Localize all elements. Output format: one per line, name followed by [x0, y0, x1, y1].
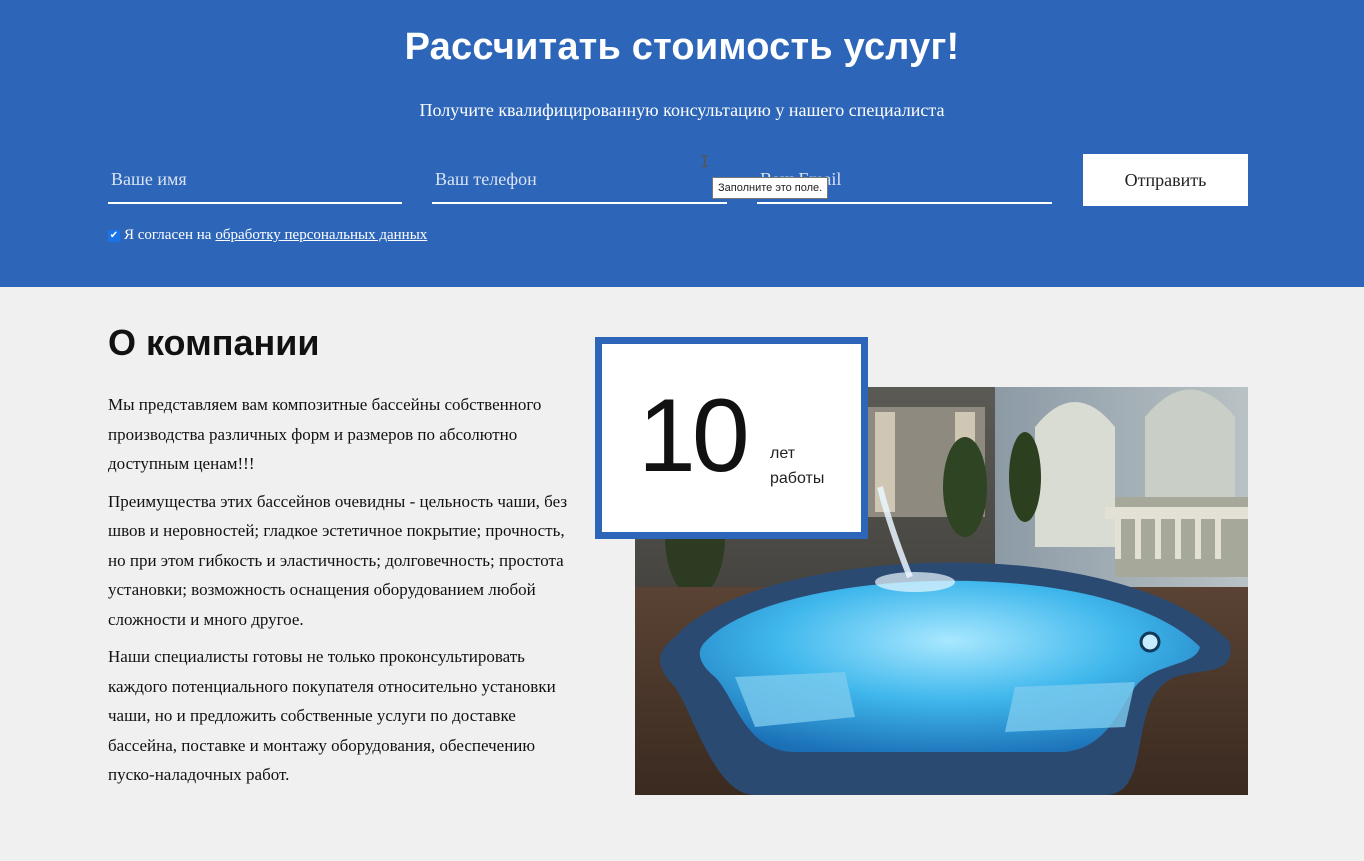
- phone-input[interactable]: [432, 160, 727, 198]
- about-paragraph: Наши специалисты готовы не только прокон…: [108, 647, 556, 784]
- phone-field: [432, 160, 727, 204]
- validation-tooltip: Заполните это поле.: [712, 177, 829, 199]
- form-title: Рассчитать стоимость услуг!: [404, 26, 960, 68]
- consent-checkbox[interactable]: ✔: [108, 229, 120, 242]
- consent-checkbox-row[interactable]: ✔ Я согласен на обработку персональных д…: [108, 227, 427, 244]
- about-title: О компании: [108, 322, 320, 363]
- text-cursor-icon: I: [700, 152, 710, 171]
- badge-number: 10: [638, 378, 750, 494]
- name-input[interactable]: [108, 160, 402, 198]
- privacy-policy-link[interactable]: обработку персональных данных: [215, 227, 427, 244]
- consent-label: Я согласен на: [124, 227, 212, 243]
- about-text: Мы представляем вам композитные бассейны…: [108, 390, 568, 798]
- about-paragraph: Мы представляем вам композитные бассейны…: [108, 395, 542, 473]
- about-paragraph: Преимущества этих бассейнов очевидны - ц…: [108, 491, 568, 629]
- badge-caption-line: лет: [770, 445, 796, 462]
- calculation-form-section: Рассчитать стоимость услуг! Получите ква…: [0, 0, 1364, 287]
- name-field: [108, 160, 402, 204]
- submit-button[interactable]: Отправить: [1083, 154, 1248, 206]
- form-subtitle: Получите квалифицированную консультацию …: [419, 100, 945, 120]
- badge-caption: лет работы: [770, 441, 860, 491]
- badge-caption-line: работы: [770, 470, 825, 487]
- experience-badge: 10 лет работы: [595, 337, 868, 539]
